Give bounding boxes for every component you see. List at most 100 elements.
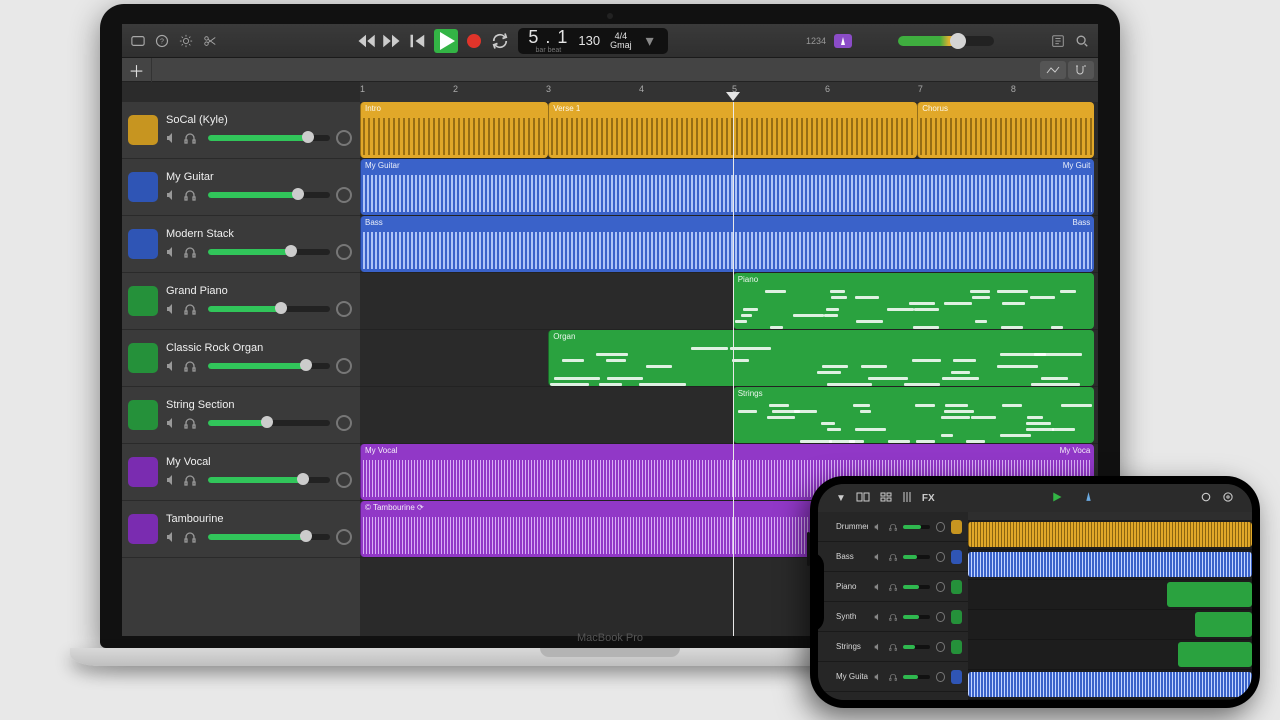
pan-knob[interactable] (336, 187, 352, 203)
settings-icon[interactable] (178, 33, 194, 49)
notes-icon[interactable] (1050, 33, 1066, 49)
search-icon[interactable] (1074, 33, 1090, 49)
headphones-icon[interactable] (184, 360, 196, 372)
iphone-lane[interactable] (968, 640, 1252, 670)
chevron-down-icon[interactable]: ▾ (642, 33, 658, 49)
region[interactable]: Strings (733, 387, 1095, 443)
iphone-lane[interactable] (968, 610, 1252, 640)
track-header[interactable]: My Vocal (122, 444, 360, 501)
pan-knob[interactable] (936, 582, 944, 592)
headphones-icon[interactable] (184, 246, 196, 258)
headphones-icon[interactable] (889, 522, 897, 532)
headphones-icon[interactable] (184, 474, 196, 486)
track-lane[interactable]: IntroVerse 1Chorus (360, 102, 1098, 159)
track-volume-slider[interactable] (208, 135, 330, 141)
pan-knob[interactable] (936, 612, 944, 622)
mute-icon[interactable] (166, 303, 178, 315)
mute-icon[interactable] (874, 612, 882, 622)
iphone-region[interactable] (1195, 612, 1252, 637)
mute-icon[interactable] (166, 417, 178, 429)
headphones-icon[interactable] (184, 303, 196, 315)
headphones-icon[interactable] (184, 417, 196, 429)
iphone-track-header[interactable]: Piano (818, 572, 968, 602)
automation-toggle[interactable] (1040, 61, 1066, 79)
track-lane[interactable]: Piano (360, 273, 1098, 330)
iphone-menu-icon[interactable]: ▼ (836, 493, 846, 504)
headphones-icon[interactable] (184, 531, 196, 543)
region[interactable]: Chorus (917, 102, 1094, 158)
mute-icon[interactable] (874, 582, 882, 592)
pan-knob[interactable] (936, 522, 944, 532)
track-header[interactable]: Modern Stack (122, 216, 360, 273)
timeline-ruler[interactable]: 12345678 (360, 82, 1098, 102)
scissors-icon[interactable] (202, 33, 218, 49)
headphones-icon[interactable] (184, 189, 196, 201)
iphone-volume-slider[interactable] (903, 555, 931, 559)
region[interactable]: Organ (548, 330, 1094, 386)
iphone-lane[interactable] (968, 670, 1252, 700)
track-header[interactable]: Tambourine (122, 501, 360, 558)
iphone-play-button[interactable] (1051, 491, 1063, 506)
mute-icon[interactable] (166, 474, 178, 486)
headphones-icon[interactable] (889, 672, 897, 682)
pan-knob[interactable] (336, 130, 352, 146)
iphone-track-header[interactable]: Synth (818, 602, 968, 632)
iphone-track-header[interactable]: Strings (818, 632, 968, 662)
pan-knob[interactable] (336, 244, 352, 260)
iphone-arrange-area[interactable] (968, 512, 1252, 700)
pan-knob[interactable] (936, 552, 944, 562)
iphone-track-header[interactable]: Bass (818, 542, 968, 572)
mute-icon[interactable] (166, 189, 178, 201)
iphone-metronome-icon[interactable] (1083, 491, 1094, 505)
iphone-volume-slider[interactable] (903, 645, 931, 649)
mute-icon[interactable] (166, 360, 178, 372)
pan-knob[interactable] (336, 529, 352, 545)
iphone-volume-slider[interactable] (903, 585, 931, 589)
track-volume-slider[interactable] (208, 249, 330, 255)
track-lane[interactable]: My GuitarMy Guit (360, 159, 1098, 216)
master-volume-slider[interactable] (898, 36, 994, 46)
iphone-settings-icon[interactable] (1222, 491, 1234, 506)
track-volume-slider[interactable] (208, 192, 330, 198)
help-icon[interactable]: ? (154, 33, 170, 49)
iphone-grid-icon[interactable] (880, 492, 892, 505)
snap-toggle[interactable] (1068, 61, 1094, 79)
iphone-view1-icon[interactable] (856, 492, 870, 505)
track-volume-slider[interactable] (208, 363, 330, 369)
mute-icon[interactable] (166, 132, 178, 144)
mute-icon[interactable] (874, 552, 882, 562)
track-volume-slider[interactable] (208, 534, 330, 540)
iphone-region[interactable] (968, 552, 1252, 577)
region[interactable]: Piano (733, 273, 1095, 329)
iphone-region[interactable] (968, 672, 1252, 697)
iphone-lane[interactable] (968, 580, 1252, 610)
iphone-volume-slider[interactable] (903, 675, 931, 679)
iphone-lane[interactable] (968, 520, 1252, 550)
iphone-ruler[interactable] (968, 512, 1252, 520)
pan-knob[interactable] (336, 472, 352, 488)
cycle-button[interactable] (490, 31, 510, 51)
iphone-mixer-icon[interactable] (902, 491, 912, 506)
go-to-start-button[interactable] (408, 31, 428, 51)
mute-icon[interactable] (166, 246, 178, 258)
track-lane[interactable]: Strings (360, 387, 1098, 444)
track-lane[interactable]: Organ (360, 330, 1098, 387)
track-lane[interactable]: BassBass (360, 216, 1098, 273)
rewind-button[interactable] (356, 31, 376, 51)
mute-icon[interactable] (874, 642, 882, 652)
region[interactable]: Intro (360, 102, 548, 158)
track-volume-slider[interactable] (208, 306, 330, 312)
track-header[interactable]: Classic Rock Organ (122, 330, 360, 387)
mute-icon[interactable] (874, 672, 882, 682)
mute-icon[interactable] (166, 531, 178, 543)
pan-knob[interactable] (936, 642, 944, 652)
pan-knob[interactable] (336, 358, 352, 374)
iphone-volume-slider[interactable] (903, 525, 931, 529)
headphones-icon[interactable] (889, 552, 897, 562)
headphones-icon[interactable] (889, 582, 897, 592)
headphones-icon[interactable] (184, 132, 196, 144)
iphone-volume-slider[interactable] (903, 615, 931, 619)
iphone-lane[interactable] (968, 550, 1252, 580)
record-button[interactable] (464, 31, 484, 51)
iphone-region[interactable] (1178, 642, 1252, 667)
